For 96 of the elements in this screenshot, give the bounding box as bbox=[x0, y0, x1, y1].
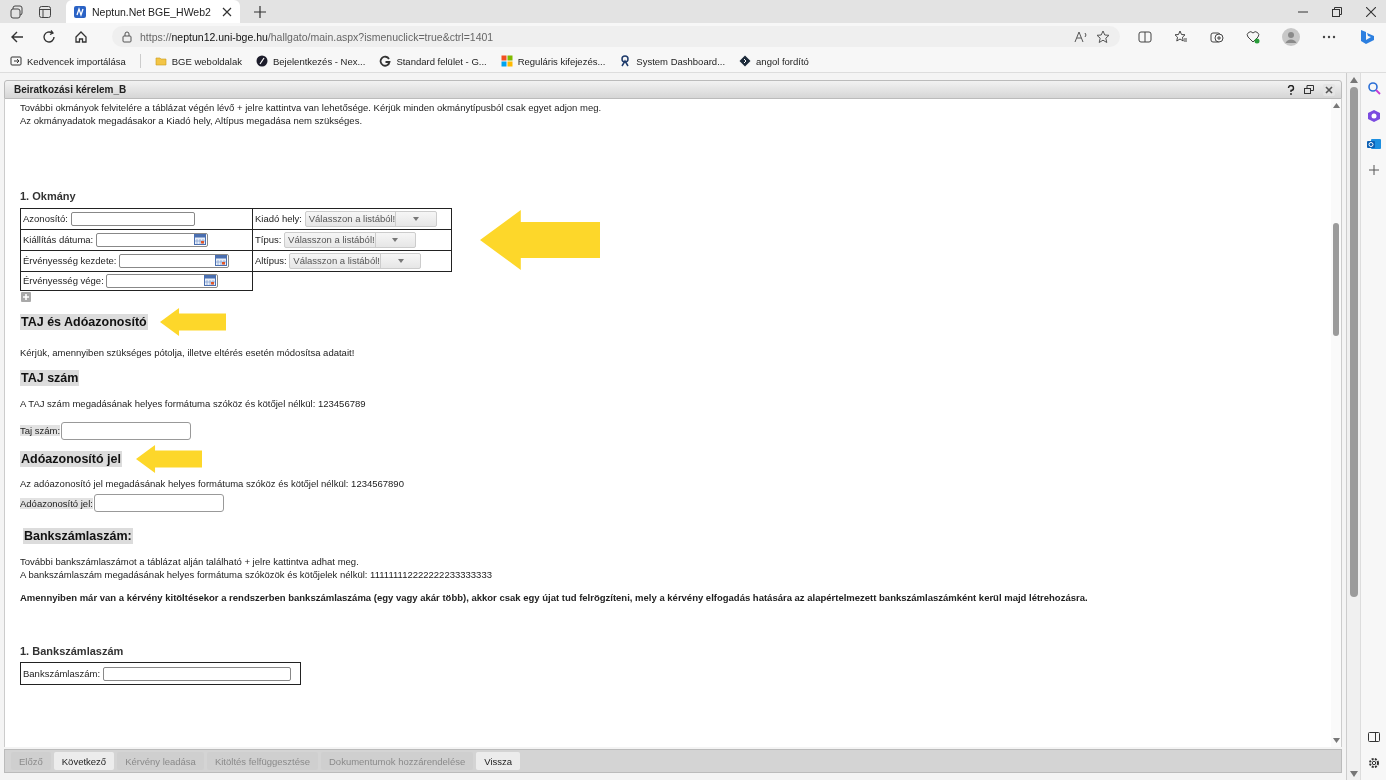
section-heading: Bankszámlaszám: bbox=[23, 528, 133, 544]
input-field[interactable] bbox=[102, 666, 291, 681]
restore-icon bbox=[1304, 85, 1314, 94]
warning-text: Amennyiben már van a kérvény kitöltésekor a rendszerben bankszámlaszáma (egy vagy akár több), akkor csak egy újat tud felrögzíteni, mely a kérvény elfogadás hatására az alapértelmezett bankszámlaszámként kerül majd létrehozásra. bbox=[20, 592, 1089, 605]
dropdown[interactable]: Válasszon a listából! bbox=[304, 210, 437, 227]
field-label: Bankszámlaszám: bbox=[23, 667, 101, 678]
info-text: A bankszámlaszám megadásának helyes formátuma szóközök és kötőjelek nélkül: 111111112222222233333333 bbox=[20, 568, 493, 581]
info-text: Az adóazonosító jel megadásának helyes formátuma szóköz és kötőjel nélkül: 1234567890 bbox=[20, 477, 405, 490]
arrow-icon bbox=[159, 307, 226, 336]
calendar-icon bbox=[193, 234, 206, 245]
field-label: Kiállítás dátuma: bbox=[23, 233, 94, 244]
field-label: Azonosító: bbox=[23, 212, 68, 223]
section-heading: 1. Okmány bbox=[20, 190, 77, 203]
bookmark[interactable]: Kedvencek importálása bbox=[10, 55, 126, 67]
info-text: További okmányok felvitelére a táblázat végén lévő + jelre kattintva van lehetősége. Kérjük minden okmánytípusból csak egyet adjon meg. bbox=[20, 102, 603, 115]
plus-icon bbox=[1368, 165, 1379, 175]
bookmark[interactable]: Standard felület - G... bbox=[379, 55, 487, 67]
input-field[interactable] bbox=[119, 253, 230, 268]
field-label: Érvényesség vége: bbox=[23, 274, 104, 285]
star-icon bbox=[1096, 29, 1110, 44]
input-field[interactable] bbox=[95, 232, 208, 247]
close-icon bbox=[1323, 83, 1335, 96]
section-heading: Adóazonosító jel bbox=[20, 450, 122, 467]
input-field[interactable] bbox=[93, 494, 224, 512]
tabs-icon bbox=[10, 4, 24, 19]
search-icon bbox=[1366, 81, 1381, 95]
field-label: Típus: bbox=[255, 233, 282, 244]
avatar-icon bbox=[1282, 27, 1300, 46]
field-label: Érvényesség kezdete: bbox=[23, 254, 117, 265]
scroll-up-icon bbox=[1349, 77, 1358, 83]
url-text: https://neptun12.uni-bge.hu/hallgato/main.aspx?ismenuclick=true&ctrl=1401 bbox=[140, 30, 494, 43]
favorites-icon bbox=[1174, 29, 1188, 44]
field-label: Altípus: bbox=[255, 254, 287, 265]
close-icon bbox=[222, 6, 232, 17]
dropdown[interactable]: Válasszon a listából! bbox=[284, 231, 417, 248]
scroll-up-icon bbox=[1332, 103, 1340, 108]
health-icon bbox=[1246, 29, 1260, 44]
window-icon bbox=[38, 4, 52, 19]
help-icon bbox=[1287, 84, 1295, 95]
grid-icon bbox=[500, 55, 513, 67]
section-heading: 1. Bankszámlaszám bbox=[20, 644, 125, 657]
footer-button[interactable]: Következő bbox=[53, 752, 115, 770]
dropdown[interactable]: Válasszon a listából! bbox=[289, 252, 422, 269]
field-label: Kiadó hely: bbox=[255, 212, 302, 223]
plus-icon bbox=[254, 5, 266, 18]
more-icon bbox=[1322, 34, 1336, 39]
input-field[interactable] bbox=[70, 211, 195, 226]
figure-icon bbox=[619, 55, 632, 67]
arrow-icon bbox=[480, 209, 600, 270]
letter-g-icon bbox=[379, 55, 392, 67]
dialog-title: Beiratkozási kérelem_B bbox=[14, 84, 128, 95]
home-icon bbox=[74, 29, 88, 44]
info-text: További bankszámlaszámot a táblázat alján található + jelre kattintva adhat meg. bbox=[20, 556, 360, 569]
mail-icon bbox=[1366, 137, 1381, 151]
add-icon bbox=[21, 291, 31, 302]
section-heading: TAJ és Adóazonosító bbox=[20, 313, 148, 330]
section-heading: TAJ szám bbox=[20, 370, 80, 386]
hexagon-icon bbox=[1366, 109, 1381, 123]
address-bar[interactable]: https://neptun12.uni-bge.hu/hallgato/main.aspx?ismenuclick=true&ctrl=1401 bbox=[112, 26, 1120, 47]
back-icon bbox=[10, 29, 24, 44]
bookmark[interactable]: angol fordító bbox=[739, 55, 809, 67]
scroll-down-icon bbox=[1332, 738, 1340, 743]
read-aloud-icon bbox=[1074, 30, 1088, 43]
bookmark[interactable]: BGE weboldalak bbox=[154, 55, 242, 67]
caret-icon bbox=[397, 258, 404, 263]
site-icon bbox=[74, 5, 86, 18]
field-label: Adóazonosító jel: bbox=[20, 497, 93, 509]
bookmark[interactable]: Reguláris kifejezés... bbox=[500, 55, 606, 67]
info-text: Az okmányadatok megadásakor a Kiadó hely, Altípus megadása nem szükséges. bbox=[20, 114, 364, 127]
field-label: Taj szám: bbox=[20, 425, 61, 436]
info-text: A TAJ szám megadásának helyes formátuma szóköz és kötőjel nélkül: 123456789 bbox=[20, 398, 367, 411]
close-icon bbox=[1366, 6, 1376, 17]
refresh-icon bbox=[42, 29, 56, 44]
folder-icon bbox=[154, 55, 167, 67]
chat-icon bbox=[1358, 27, 1376, 46]
caret-icon bbox=[412, 216, 419, 221]
diamond-icon bbox=[739, 55, 752, 67]
arrow-icon bbox=[136, 444, 202, 473]
import-icon bbox=[10, 55, 22, 67]
input-field[interactable] bbox=[106, 273, 219, 288]
input-field[interactable] bbox=[61, 421, 192, 440]
calendar-icon bbox=[204, 275, 217, 286]
info-text: Kérjük, amennyiben szükséges pótolja, illetve eltérés esetén módosítsa adatait! bbox=[20, 346, 356, 359]
caret-icon bbox=[392, 237, 399, 242]
split-screen-icon bbox=[1138, 30, 1152, 43]
calendar-icon bbox=[215, 255, 228, 266]
bookmark[interactable]: System Dashboard... bbox=[619, 55, 726, 67]
restore-icon bbox=[1332, 6, 1342, 17]
lock-icon bbox=[122, 30, 132, 43]
settings-icon bbox=[1367, 757, 1380, 769]
bookmark[interactable]: Bejelentkezés - Nex... bbox=[256, 55, 366, 67]
footer-button[interactable]: Vissza bbox=[476, 752, 521, 770]
sidebar-icon bbox=[1367, 731, 1380, 743]
browser-tab[interactable]: Neptun.Net BGE_HWeb2 bbox=[66, 0, 240, 23]
scroll-down-icon bbox=[1349, 771, 1358, 777]
tab-title: Neptun.Net BGE_HWeb2 bbox=[92, 5, 212, 18]
